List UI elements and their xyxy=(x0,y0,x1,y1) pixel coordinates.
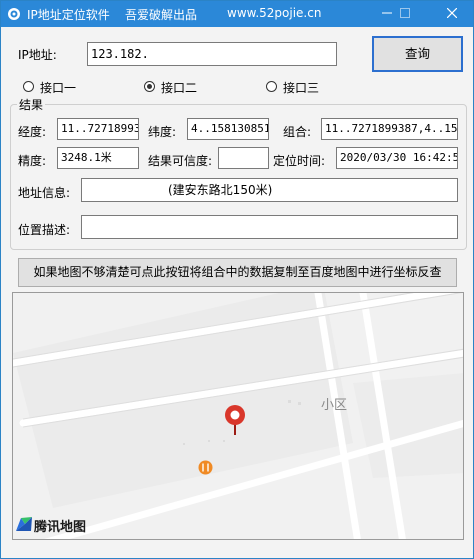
app-icon xyxy=(8,8,20,20)
confidence-label: 结果可信度: xyxy=(148,154,213,168)
location-field[interactable] xyxy=(81,215,458,239)
title-bar: IP地址定位软件 吾爱破解出品 www.52pojie.cn xyxy=(1,1,473,27)
query-button[interactable]: 查询 xyxy=(372,36,463,72)
precision-field[interactable]: 3248.1米 xyxy=(57,147,139,169)
confidence-field[interactable] xyxy=(218,147,269,169)
interface-1-label[interactable]: 接口一 xyxy=(40,79,76,96)
window-title: IP地址定位软件 吾爱破解出品 xyxy=(27,8,198,22)
map-poi-label: 小区 xyxy=(321,398,348,413)
maximize-icon xyxy=(400,8,410,18)
map-brand-label: 腾讯地图 xyxy=(34,520,87,535)
restaurant-poi-icon xyxy=(198,460,213,475)
close-icon xyxy=(446,7,458,19)
address-field[interactable]: (建安东路北150米) xyxy=(81,178,458,202)
close-button[interactable] xyxy=(435,1,469,27)
longitude-field[interactable]: 11..727189938 xyxy=(57,118,139,140)
time-label: 定位时间: xyxy=(273,154,326,168)
interface-3-label[interactable]: 接口三 xyxy=(283,79,319,96)
interface-2-label[interactable]: 接口二 xyxy=(161,79,197,96)
latitude-label: 纬度: xyxy=(148,125,177,139)
longitude-label: 经度: xyxy=(18,125,47,139)
ip-input[interactable]: 123.182. xyxy=(87,42,337,66)
location-pin-icon xyxy=(225,405,245,435)
interface-3-radio[interactable] xyxy=(266,81,277,92)
interface-2-radio[interactable] xyxy=(144,81,155,92)
ip-label: IP地址: xyxy=(18,48,57,62)
address-label: 地址信息: xyxy=(18,186,71,200)
combined-field[interactable]: 11..7271899387,4..15813 xyxy=(321,118,458,140)
time-field[interactable]: 2020/03/30 16:42:51 xyxy=(336,147,458,169)
map-view[interactable]: 小区 腾讯地图 xyxy=(12,292,464,540)
result-group-label: 结果 xyxy=(17,96,46,113)
tencent-map-logo-icon xyxy=(16,517,32,531)
combined-label: 组合: xyxy=(283,125,312,139)
app-window: IP地址定位软件 吾爱破解出品 www.52pojie.cn IP地址: 123… xyxy=(0,0,474,559)
interface-1-radio[interactable] xyxy=(23,81,34,92)
copy-to-baidu-button[interactable]: 如果地图不够清楚可点此按钮将组合中的数据复制至百度地图中进行坐标反查 xyxy=(18,258,457,287)
window-url-text: www.52pojie.cn xyxy=(227,6,322,20)
precision-label: 精度: xyxy=(18,154,47,168)
maximize-button[interactable] xyxy=(388,1,422,27)
location-label: 位置描述: xyxy=(18,223,71,237)
latitude-field[interactable]: 4..1581308518 xyxy=(187,118,269,140)
